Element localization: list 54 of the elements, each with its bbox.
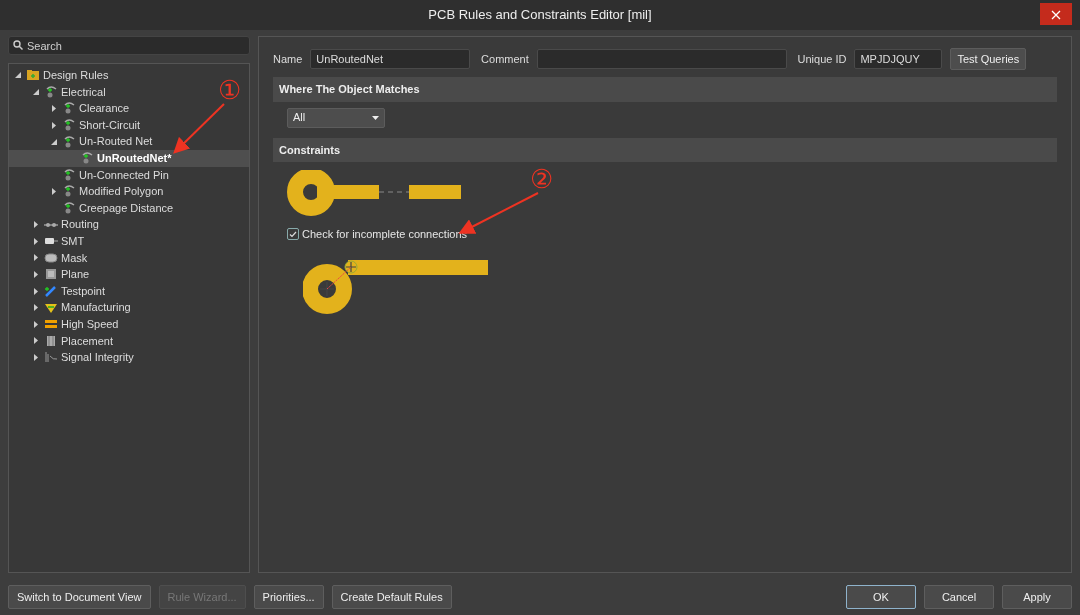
tree-item[interactable]: Mask (9, 249, 88, 267)
dialog-button[interactable]: Priorities... (253, 585, 324, 609)
expand-icon[interactable] (52, 105, 56, 112)
tree-item[interactable]: High Speed (9, 315, 119, 333)
unique-id-field[interactable]: MPJDJQUY (854, 49, 943, 69)
unique-id-label: Unique ID (797, 51, 847, 67)
close-icon (1051, 10, 1061, 21)
folder-icon (26, 68, 40, 83)
tree-item[interactable]: Un-Connected Pin (9, 166, 169, 184)
dialog-button[interactable]: Switch to Document View (8, 585, 151, 609)
tree-item[interactable]: Placement (9, 332, 113, 350)
tree-item[interactable]: Modified Polygon (9, 183, 164, 200)
dialog-button[interactable]: Apply (1002, 585, 1072, 609)
test-queries-button[interactable]: Test Queries (950, 47, 1027, 71)
tree-item[interactable]: Manufacturing (9, 299, 131, 316)
dialog-button[interactable]: Create Default Rules (331, 585, 452, 609)
checkbox-label: Check for incomplete connections (302, 227, 468, 242)
tree-item[interactable]: Creepage Distance (9, 199, 174, 217)
collapse-icon[interactable] (33, 88, 39, 95)
tree-item[interactable]: Testpoint (9, 282, 106, 300)
dialog-button[interactable]: Cancel (924, 585, 994, 609)
tree-item[interactable]: Design Rules (9, 67, 109, 84)
close-button[interactable] (1040, 3, 1072, 25)
name-label: Name (273, 51, 303, 67)
expand-icon[interactable] (52, 187, 56, 195)
window-title: PCB Rules and Constraints Editor [mil] (428, 6, 652, 25)
name-field[interactable]: UnRoutedNet (310, 49, 471, 69)
checkmark-icon (289, 230, 297, 238)
annotation-number: ② (530, 166, 553, 192)
checkbox[interactable] (287, 228, 299, 241)
expand-icon[interactable] (34, 287, 38, 295)
tree-item[interactable]: Plane (9, 266, 90, 283)
collapse-icon[interactable] (15, 72, 21, 79)
tree-item[interactable]: Un-Routed Net (9, 133, 153, 150)
tree-item[interactable]: Signal Integrity (9, 349, 134, 366)
tree-item[interactable]: SMT (9, 232, 85, 250)
tree-item[interactable]: Short-Circuit (9, 116, 141, 134)
comment-field[interactable] (536, 49, 787, 69)
scope-dropdown[interactable]: All (287, 107, 385, 128)
expand-icon[interactable] (52, 121, 56, 129)
tree-item[interactable]: Routing (9, 216, 99, 233)
tree-item[interactable]: Clearance (9, 100, 130, 117)
comment-label: Comment (481, 51, 529, 67)
tree-item[interactable]: UnRoutedNet* (9, 149, 249, 167)
search-icon (13, 40, 23, 50)
dialog-button[interactable]: OK (846, 585, 916, 609)
section-header: Constraints (273, 137, 1057, 162)
search-field[interactable]: Search (8, 36, 250, 55)
tree-item[interactable]: Electrical (9, 83, 106, 101)
annotation-number: ① (218, 77, 241, 103)
caret-icon (372, 115, 379, 120)
annotation-arrow (173, 103, 225, 154)
section-header: Where The Object Matches (273, 77, 1057, 102)
collapse-icon[interactable] (51, 138, 57, 145)
